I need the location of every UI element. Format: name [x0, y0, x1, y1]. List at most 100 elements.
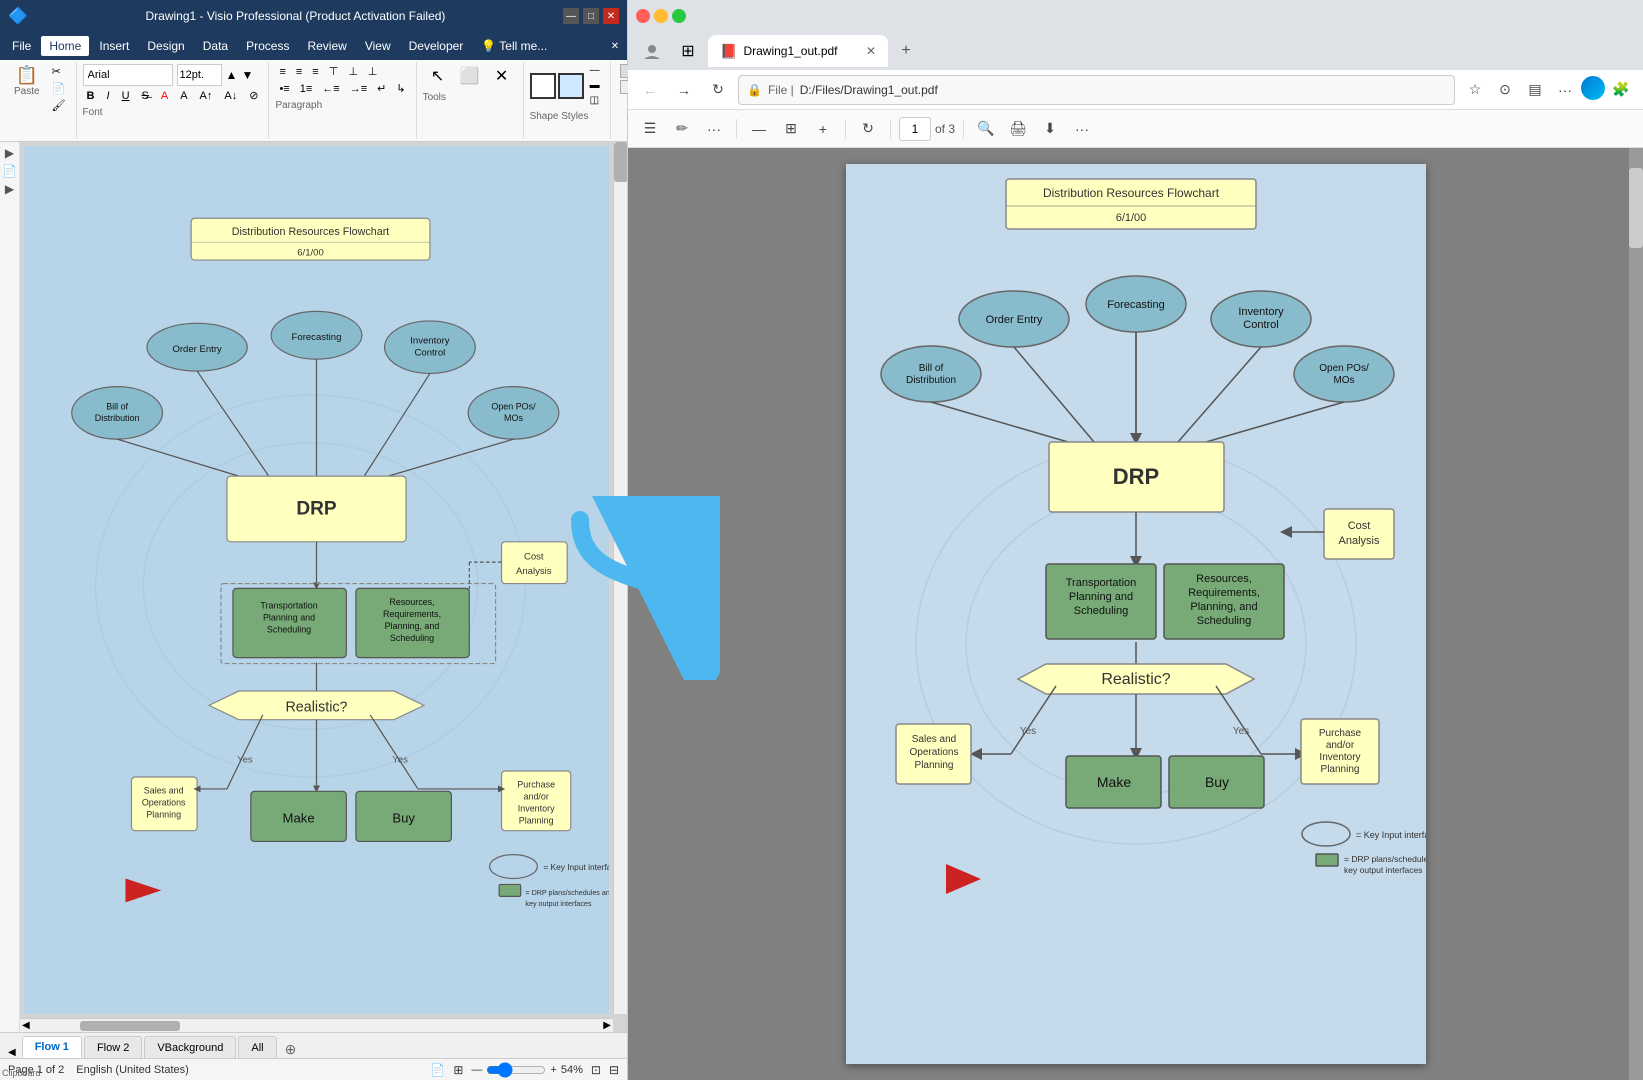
profile-btn[interactable] — [636, 35, 668, 67]
shape-style-1[interactable] — [530, 73, 556, 99]
pdf-more-tools-btn[interactable]: ··· — [1068, 115, 1096, 143]
visio-minimize-btn[interactable]: — — [563, 8, 579, 24]
layers-icon[interactable]: ▶ — [5, 182, 14, 196]
text-highlight-button[interactable]: A — [176, 89, 191, 103]
reader-view-btn[interactable]: ▤ — [1521, 76, 1549, 104]
indent-dec-btn[interactable]: ←≡ — [318, 82, 343, 96]
menu-home[interactable]: Home — [41, 36, 89, 56]
font-color-button[interactable]: A — [157, 89, 172, 103]
address-bar[interactable]: 🔒 File | D:/Files/Drawing1_out.pdf — [738, 75, 1455, 105]
font-size-down-button[interactable]: A↓ — [220, 89, 241, 103]
add-page-button[interactable]: ⊕ — [279, 1041, 303, 1058]
new-tab-button[interactable]: + — [892, 37, 920, 65]
pdf-fit-btn[interactable]: ⊞ — [777, 115, 805, 143]
visio-close-btn[interactable]: ✕ — [603, 8, 619, 24]
font-size-selector[interactable] — [177, 64, 222, 86]
strikethrough-button[interactable]: S̶ — [138, 89, 153, 103]
connector-tool-btn[interactable]: ⬜ — [455, 64, 485, 88]
italic-button[interactable]: I — [103, 89, 114, 103]
cut-button[interactable]: ✂ — [48, 64, 70, 79]
bullet-btn[interactable]: •≡ — [275, 82, 293, 96]
menu-design[interactable]: Design — [139, 36, 192, 56]
pdf-toc-btn[interactable]: ☰ — [636, 115, 664, 143]
scroll-right-arrow[interactable]: ▶ — [603, 1020, 611, 1031]
visio-horizontal-scrollbar[interactable]: ◀ ▶ — [20, 1018, 613, 1032]
visio-canvas[interactable]: Distribution Resources Flowchart 6/1/00 … — [20, 142, 627, 1032]
more-tools-btn[interactable]: ··· — [1551, 76, 1579, 104]
pdf-scroll-thumb[interactable] — [1629, 168, 1643, 248]
underline-button[interactable]: U — [118, 89, 134, 103]
bold-button[interactable]: B — [83, 89, 99, 103]
ribbon-close-btn[interactable]: ✕ — [607, 38, 623, 54]
collections-btn[interactable]: ⊞ — [672, 35, 704, 67]
font-selector[interactable] — [83, 64, 173, 86]
pdf-page-input[interactable] — [899, 117, 931, 141]
browser-active-tab[interactable]: 📕 Drawing1_out.pdf ✕ — [708, 35, 888, 67]
pdf-content-area[interactable]: Distribution Resources Flowchart 6/1/00 … — [628, 148, 1643, 1080]
pdf-more-btn[interactable]: ··· — [700, 115, 728, 143]
page-view-icon[interactable]: 📄 — [430, 1063, 445, 1077]
align-left-btn[interactable]: ≡ — [275, 65, 289, 79]
pdf-search-btn[interactable]: 🔍 — [972, 115, 1000, 143]
forward-button[interactable]: → — [670, 76, 698, 104]
pdf-print-btn[interactable]: 🖨 — [1004, 115, 1032, 143]
clear-format-button[interactable]: ⊘ — [245, 88, 262, 103]
ltr-btn[interactable]: ↳ — [392, 81, 409, 96]
scroll-left-arrow[interactable]: ◀ — [22, 1020, 30, 1031]
shapes-icon[interactable]: 📄 — [2, 164, 17, 178]
tab-flow1[interactable]: Flow 1 — [22, 1036, 82, 1058]
tab-vbackground[interactable]: VBackground — [144, 1036, 236, 1058]
font-size-up-button[interactable]: A↑ — [196, 89, 217, 103]
menu-view[interactable]: View — [357, 36, 399, 56]
shape-style-2[interactable] — [558, 73, 584, 99]
line-color-btn[interactable]: — — [586, 64, 604, 77]
align-top-btn[interactable]: ⊤ — [325, 64, 343, 79]
pdf-zoom-out-btn[interactable]: — — [745, 115, 773, 143]
indent-inc-btn[interactable]: →≡ — [346, 82, 371, 96]
browser-close-btn[interactable] — [636, 9, 650, 23]
menu-tell-me[interactable]: 💡 Tell me... — [473, 36, 555, 56]
menu-file[interactable]: File — [4, 36, 39, 56]
pdf-zoom-in-btn[interactable]: + — [809, 115, 837, 143]
pdf-rotate-btn[interactable]: ↻ — [854, 115, 882, 143]
align-middle-btn[interactable]: ⊥ — [344, 64, 362, 79]
visio-vertical-scrollbar[interactable] — [613, 142, 627, 1014]
tab-close-icon[interactable]: ✕ — [866, 44, 876, 58]
browser-max-btn[interactable] — [672, 9, 686, 23]
menu-insert[interactable]: Insert — [91, 36, 137, 56]
favorites-btn[interactable]: ☆ — [1461, 76, 1489, 104]
refresh-button[interactable]: ↻ — [704, 76, 732, 104]
visio-scroll-thumb-h[interactable] — [80, 1021, 180, 1031]
read-aloud-btn[interactable]: ⊙ — [1491, 76, 1519, 104]
expand-icon[interactable]: ▶ — [5, 146, 14, 160]
fit-icon[interactable]: ⊞ — [453, 1063, 463, 1077]
zoom-out-btn[interactable]: — — [471, 1064, 482, 1076]
copy-button[interactable]: 📄 — [48, 81, 70, 96]
pointer-tool-btn[interactable]: ↖ — [423, 64, 453, 88]
rtl-btn[interactable]: ↵ — [373, 81, 390, 96]
browser-min-btn[interactable] — [654, 9, 668, 23]
pdf-draw-btn[interactable]: ✏ — [668, 115, 696, 143]
tab-flow2[interactable]: Flow 2 — [84, 1036, 142, 1058]
align-bottom-btn[interactable]: ⊥ — [364, 64, 382, 79]
pdf-download-btn[interactable]: ⬇ — [1036, 115, 1064, 143]
format-painter-button[interactable]: 🖌 — [48, 98, 70, 113]
pdf-scrollbar-v[interactable] — [1629, 148, 1643, 1080]
scroll-tabs-left[interactable]: ◀ — [4, 1047, 20, 1058]
menu-review[interactable]: Review — [299, 36, 354, 56]
fill-color-btn[interactable]: ▬ — [586, 79, 604, 92]
visio-scroll-thumb-v[interactable] — [614, 142, 627, 182]
align-center-btn[interactable]: ≡ — [292, 65, 306, 79]
menu-data[interactable]: Data — [195, 36, 236, 56]
visio-maximize-btn[interactable]: □ — [583, 8, 599, 24]
zoom-in-btn[interactable]: + — [550, 1064, 556, 1076]
back-button[interactable]: ← — [636, 76, 664, 104]
text-tool-btn[interactable]: ✕ — [487, 64, 517, 88]
number-btn[interactable]: 1≡ — [296, 82, 317, 96]
align-right-btn[interactable]: ≡ — [308, 65, 322, 79]
fit-width-btn[interactable]: ⊟ — [609, 1063, 619, 1077]
fit-page-btn[interactable]: ⊡ — [591, 1063, 601, 1077]
zoom-slider[interactable] — [486, 1062, 546, 1078]
menu-developer[interactable]: Developer — [401, 36, 472, 56]
menu-process[interactable]: Process — [238, 36, 297, 56]
